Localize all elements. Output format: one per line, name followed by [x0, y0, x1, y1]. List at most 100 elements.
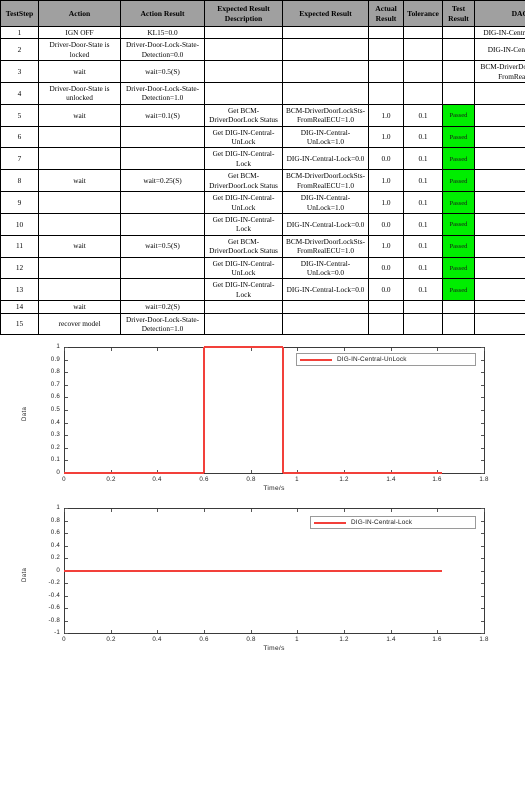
table-row: 14 wait wait=0.2(S): [0, 300, 525, 314]
y-tick-mark-right: [481, 448, 484, 450]
x-tick-mark-top: [437, 509, 438, 513]
status-badge: Passed: [449, 243, 468, 251]
cell-action-result: wait=0.5(S): [120, 60, 205, 84]
cell-expected-result: [282, 25, 369, 40]
chart-legend[interactable]: DIG-IN-Central-UnLock: [296, 353, 476, 367]
chart-0-plot-area: 0 0.1 0.2 0.3 0.4 0.5 0.6 0.7 0.8 0.9 1 0 0.2 0.4 0.6 0…: [0, 335, 525, 493]
cell-tolerance: [403, 25, 443, 40]
y-axis-tick-label: 0.2: [50, 554, 60, 562]
y-axis-tick-label: -0.2: [48, 579, 60, 587]
y-tick-mark-right: [481, 571, 484, 573]
cell-action-result: KL15=0.0: [120, 25, 205, 40]
x-axis-tick-label: 1: [295, 636, 299, 644]
status-badge: Passed: [449, 177, 468, 185]
y-axis-tick-label: 0.9: [50, 356, 60, 364]
cell-action: Driver-Door-State is locked: [38, 38, 121, 62]
cell-teststep: 6: [0, 125, 39, 149]
chart-dig-in-central-lock: -1 -0.8 -0.6 -0.4 -0.2 0 0.2 0.4 0.6 0.8 1 0 0.2 0.4 0…: [0, 493, 525, 653]
cell-action-result: [120, 278, 205, 302]
x-tick-mark-top: [484, 348, 485, 352]
cell-expected-result-description: [204, 82, 283, 105]
cell-action: wait: [38, 103, 121, 127]
y-axis-tick-label: 0.8: [50, 368, 60, 376]
x-axis-top-line: [64, 508, 485, 510]
cell-expected-result-description: Get DIG-IN-Central-UnLock: [204, 125, 283, 149]
chart-trace-segment: [203, 347, 205, 474]
cell-action-result: wait=0.25(S): [120, 169, 205, 193]
chart-legend[interactable]: DIG-IN-Central-Lock: [310, 516, 476, 530]
legend-label: DIG-IN-Central-UnLock: [337, 356, 407, 364]
cell-daq: [474, 212, 525, 236]
y-tick-mark-right: [481, 633, 484, 635]
x-axis-tick-label: 1.8: [479, 476, 489, 484]
cell-expected-result: DIG-IN-Central-Lock=0.0: [282, 212, 369, 236]
cell-expected-result-description: Get BCM-DriverDoorLock Status: [204, 103, 283, 127]
y-axis-label: Data: [22, 567, 28, 582]
x-axis-label: Time/s: [263, 645, 285, 653]
cell-teststep: 10: [0, 212, 39, 236]
cell-expected-result: BCM-DriverDoorLockSts-FromRealECU=1.0: [282, 103, 369, 127]
cell-action: wait: [38, 169, 121, 193]
x-tick-mark: [391, 630, 392, 634]
x-tick-mark-top: [111, 509, 112, 513]
cell-action-result: [120, 125, 205, 149]
cell-daq: BCM-DriverDoorLockSts-FromRealECU: [474, 60, 525, 84]
y-tick-mark-right: [481, 385, 484, 387]
cell-daq: [474, 125, 525, 149]
cell-action: [38, 191, 121, 214]
column-header-action: Action: [38, 0, 121, 27]
x-axis-tick-label: 1.4: [386, 636, 396, 644]
x-axis-tick-label: 0: [62, 636, 66, 644]
y-axis-right-line: [484, 347, 485, 475]
column-header-action-result: Action Result: [120, 0, 205, 27]
cell-actual-result: 1.0: [368, 234, 404, 258]
y-axis-tick-label: 0: [56, 567, 60, 575]
x-tick-mark-top: [64, 509, 65, 513]
table-row: 11 wait wait=0.5(S) Get BCM-DriverDoorLock …: [0, 234, 525, 258]
cell-actual-result: 1.0: [368, 125, 404, 149]
cell-action: IGN OFF: [38, 25, 121, 40]
y-axis-tick-label: -0.6: [48, 604, 60, 612]
cell-expected-result-description: [204, 312, 283, 336]
y-tick-mark: [65, 558, 68, 560]
status-badge: Passed: [449, 264, 468, 272]
x-axis-tick-label: 0: [62, 476, 66, 484]
y-tick-mark: [65, 410, 68, 412]
y-tick-mark: [65, 372, 68, 374]
cell-action-result: Driver-Door-Lock-State-Detection=1.0: [120, 82, 205, 105]
cell-action-result: [120, 256, 205, 280]
cell-daq: DIG-IN-Central-UnLock: [474, 25, 525, 40]
x-tick-mark: [204, 630, 205, 634]
table-body: 1IGN OFFKL15=0.0DIG-IN-Central-UnLock2Dr…: [0, 25, 525, 336]
cell-teststep: 12: [0, 256, 39, 280]
table-row: 2 Driver-Door-State is locked Driver-Door-…: [0, 38, 525, 62]
y-tick-mark-right: [481, 360, 484, 362]
x-axis-tick-label: 1.2: [339, 636, 349, 644]
y-tick-mark-right: [481, 558, 484, 560]
cell-action: recover model: [38, 312, 121, 336]
legend-label: DIG-IN-Central-Lock: [351, 519, 413, 527]
x-tick-mark-top: [391, 509, 392, 513]
cell-expected-result: DIG-IN-Central-Lock=0.0: [282, 278, 369, 302]
y-tick-mark: [65, 385, 68, 387]
cell-expected-result-description: Get BCM-DriverDoorLock Status: [204, 234, 283, 258]
cell-action-result: Driver-Door-Lock-State-Detection=1.0: [120, 312, 205, 336]
cell-tolerance: 0.1: [403, 125, 443, 149]
cell-action: [38, 256, 121, 280]
cell-expected-result-description: Get DIG-IN-Central-UnLock: [204, 191, 283, 214]
x-axis-tick-label: 0.6: [199, 636, 209, 644]
cell-actual-result: [368, 25, 404, 40]
cell-test-result: [442, 38, 475, 62]
cell-action: wait: [38, 300, 121, 314]
x-axis-tick-label: 1.6: [432, 636, 442, 644]
y-axis-tick-label: 0.4: [50, 542, 60, 550]
cell-tolerance: 0.1: [403, 169, 443, 193]
x-tick-mark-top: [204, 509, 205, 513]
cell-daq: [474, 103, 525, 127]
x-axis-tick-label: 0.4: [152, 476, 162, 484]
x-axis-tick-label: 1: [295, 476, 299, 484]
table-row: 10 Get DIG-IN-Central-Lock DIG-IN-Central-…: [0, 212, 525, 236]
y-tick-mark: [65, 360, 68, 362]
cell-test-result: [442, 25, 475, 40]
cell-action-result: wait=0.2(S): [120, 300, 205, 314]
